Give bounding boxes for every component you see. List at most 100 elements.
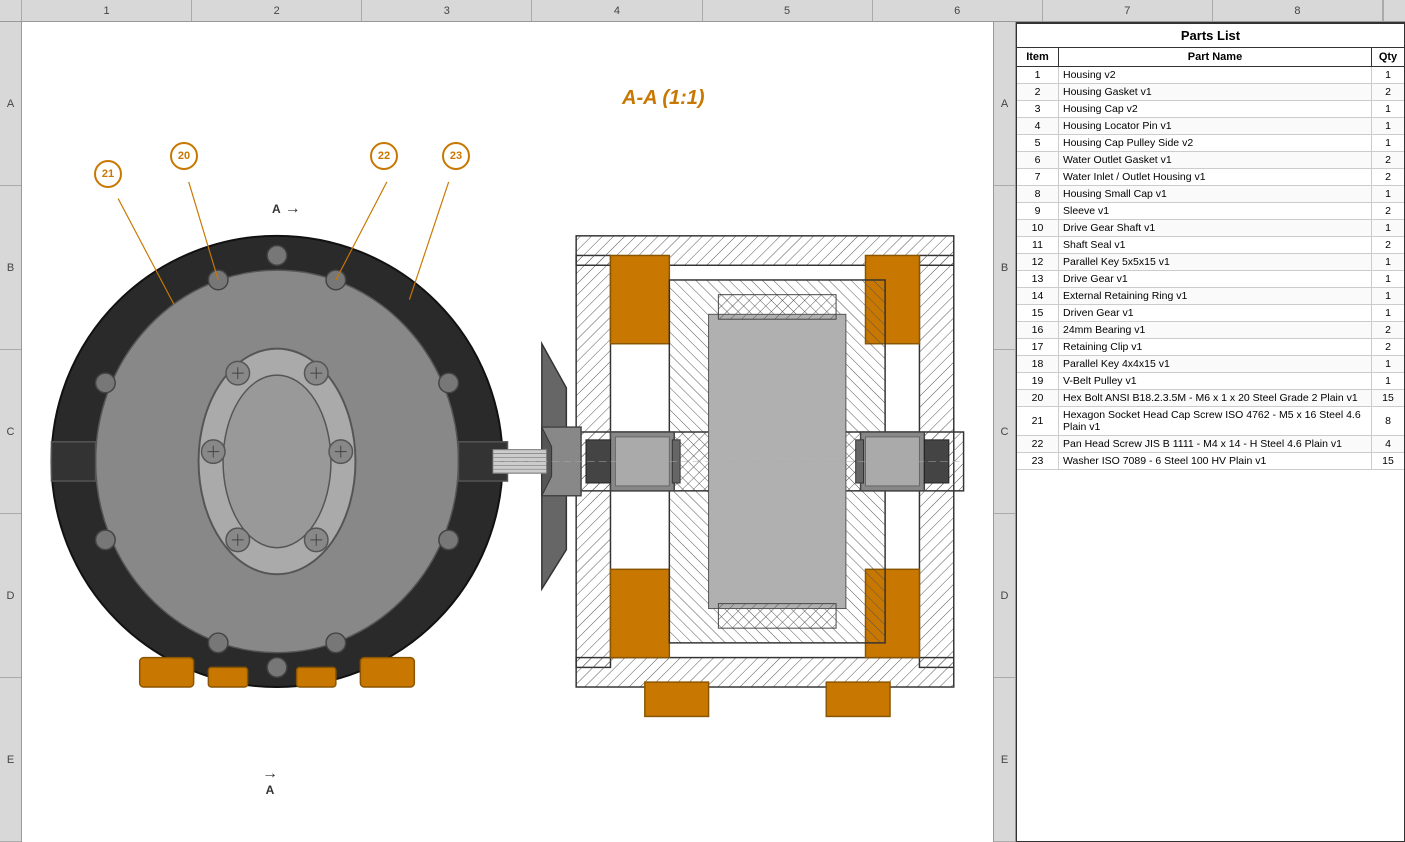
drawing-area: A-A (1:1) 21 20 22 23 A → → A (22, 22, 993, 842)
cell-item-number: 7 (1017, 169, 1059, 185)
cell-qty: 2 (1372, 152, 1404, 168)
cell-item-number: 4 (1017, 118, 1059, 134)
cell-item-number: 9 (1017, 203, 1059, 219)
cell-part-name: External Retaining Ring v1 (1059, 288, 1372, 304)
parts-list-row: 6Water Outlet Gasket v12 (1017, 152, 1404, 169)
parts-list-row: 17Retaining Clip v12 (1017, 339, 1404, 356)
cell-item-number: 17 (1017, 339, 1059, 355)
ruler-col-6: 6 (873, 0, 1043, 21)
cell-part-name: Retaining Clip v1 (1059, 339, 1372, 355)
right-ruler-row-d: D (994, 514, 1015, 678)
parts-list-panel: Parts List Item Part Name Qty 1Housing v… (1015, 22, 1405, 842)
ruler-row-e: E (0, 678, 21, 842)
parts-list-row: 19V-Belt Pulley v11 (1017, 373, 1404, 390)
cell-part-name: Hexagon Socket Head Cap Screw ISO 4762 -… (1059, 407, 1372, 435)
parts-list-body: 1Housing v212Housing Gasket v123Housing … (1017, 67, 1404, 841)
ruler-col-1: 1 (22, 0, 192, 21)
main-container: 1 2 3 4 5 6 7 8 A B C D E A-A (1:1) 21 2… (0, 0, 1405, 842)
cell-part-name: Housing Cap v2 (1059, 101, 1372, 117)
cell-item-number: 20 (1017, 390, 1059, 406)
parts-list-row: 14External Retaining Ring v11 (1017, 288, 1404, 305)
cell-part-name: Water Outlet Gasket v1 (1059, 152, 1372, 168)
callout-22: 22 (370, 142, 398, 170)
cell-qty: 1 (1372, 305, 1404, 321)
parts-list-row: 5Housing Cap Pulley Side v21 (1017, 135, 1404, 152)
parts-list-row: 18Parallel Key 4x4x15 v11 (1017, 356, 1404, 373)
cell-item-number: 18 (1017, 356, 1059, 372)
callout-21: 21 (94, 160, 122, 188)
parts-list-row: 8Housing Small Cap v11 (1017, 186, 1404, 203)
parts-list-row: 9Sleeve v12 (1017, 203, 1404, 220)
ruler-col-2: 2 (192, 0, 362, 21)
cell-item-number: 8 (1017, 186, 1059, 202)
parts-list-row: 11Shaft Seal v12 (1017, 237, 1404, 254)
cell-qty: 2 (1372, 322, 1404, 338)
cell-part-name: Housing Cap Pulley Side v2 (1059, 135, 1372, 151)
cell-item-number: 12 (1017, 254, 1059, 270)
top-ruler: 1 2 3 4 5 6 7 8 (0, 0, 1405, 22)
section-label: A-A (1:1) (622, 87, 705, 110)
cell-part-name: Housing v2 (1059, 67, 1372, 83)
cell-item-number: 23 (1017, 453, 1059, 469)
cell-item-number: 13 (1017, 271, 1059, 287)
parts-list-row: 22Pan Head Screw JIS B 1111 - M4 x 14 - … (1017, 436, 1404, 453)
parts-list-row: 20Hex Bolt ANSI B18.2.3.5M - M6 x 1 x 20… (1017, 390, 1404, 407)
parts-list-row: 1Housing v21 (1017, 67, 1404, 84)
parts-list-row: 10Drive Gear Shaft v11 (1017, 220, 1404, 237)
right-ruler-row-e: E (994, 678, 1015, 842)
cell-item-number: 10 (1017, 220, 1059, 236)
annotation-a-bottom: → A (262, 765, 278, 797)
parts-list-row: 3Housing Cap v21 (1017, 101, 1404, 118)
cell-item-number: 15 (1017, 305, 1059, 321)
cell-qty: 1 (1372, 67, 1404, 83)
cell-part-name: Housing Locator Pin v1 (1059, 118, 1372, 134)
parts-list-title: Parts List (1017, 23, 1404, 48)
cell-part-name: Driven Gear v1 (1059, 305, 1372, 321)
cell-item-number: 19 (1017, 373, 1059, 389)
cell-part-name: Washer ISO 7089 - 6 Steel 100 HV Plain v… (1059, 453, 1372, 469)
right-ruler: A B C D E (993, 22, 1015, 842)
ruler-row-b: B (0, 186, 21, 350)
ruler-col-7: 7 (1043, 0, 1213, 21)
cell-item-number: 16 (1017, 322, 1059, 338)
cell-item-number: 3 (1017, 101, 1059, 117)
right-ruler-row-c: C (994, 350, 1015, 514)
parts-list-row: 7Water Inlet / Outlet Housing v12 (1017, 169, 1404, 186)
cell-qty: 2 (1372, 84, 1404, 100)
cell-part-name: Water Inlet / Outlet Housing v1 (1059, 169, 1372, 185)
cell-part-name: Drive Gear v1 (1059, 271, 1372, 287)
cell-part-name: V-Belt Pulley v1 (1059, 373, 1372, 389)
content-area: A B C D E A-A (1:1) 21 20 22 23 A → → A (0, 22, 1405, 842)
parts-list-row: 13Drive Gear v11 (1017, 271, 1404, 288)
cell-qty: 8 (1372, 407, 1404, 435)
cell-qty: 1 (1372, 288, 1404, 304)
cell-item-number: 14 (1017, 288, 1059, 304)
ruler-col-3: 3 (362, 0, 532, 21)
parts-list-column-headers: Item Part Name Qty (1017, 48, 1404, 67)
cell-qty: 2 (1372, 237, 1404, 253)
ruler-row-c: C (0, 350, 21, 514)
callout-23: 23 (442, 142, 470, 170)
cell-qty: 1 (1372, 135, 1404, 151)
ruler-row-d: D (0, 514, 21, 678)
cell-qty: 1 (1372, 118, 1404, 134)
cell-item-number: 1 (1017, 67, 1059, 83)
ruler-col-8: 8 (1213, 0, 1383, 21)
parts-list-row: 12Parallel Key 5x5x15 v11 (1017, 254, 1404, 271)
annotation-a-top: A → (272, 200, 301, 218)
cell-item-number: 6 (1017, 152, 1059, 168)
ruler-col-4: 4 (532, 0, 702, 21)
right-ruler-row-b: B (994, 186, 1015, 350)
cell-part-name: Sleeve v1 (1059, 203, 1372, 219)
cell-item-number: 2 (1017, 84, 1059, 100)
cell-part-name: Hex Bolt ANSI B18.2.3.5M - M6 x 1 x 20 S… (1059, 390, 1372, 406)
cell-qty: 1 (1372, 271, 1404, 287)
parts-list-row: 23Washer ISO 7089 - 6 Steel 100 HV Plain… (1017, 453, 1404, 470)
cell-part-name: Pan Head Screw JIS B 1111 - M4 x 14 - H … (1059, 436, 1372, 452)
cell-part-name: Housing Small Cap v1 (1059, 186, 1372, 202)
col-header-qty: Qty (1372, 48, 1404, 66)
left-ruler: A B C D E (0, 22, 22, 842)
cell-item-number: 22 (1017, 436, 1059, 452)
cell-part-name: 24mm Bearing v1 (1059, 322, 1372, 338)
parts-list-row: 21Hexagon Socket Head Cap Screw ISO 4762… (1017, 407, 1404, 436)
